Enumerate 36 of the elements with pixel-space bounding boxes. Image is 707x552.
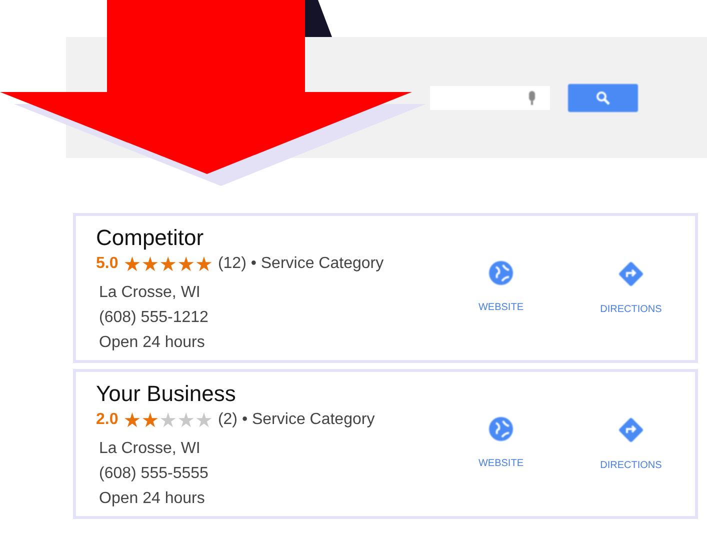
star-icon: ★	[159, 409, 178, 431]
star-icon: ★	[159, 253, 178, 275]
star-icon: ★	[177, 253, 195, 275]
globe-icon	[488, 260, 514, 286]
rating-value: 5.0	[96, 254, 118, 274]
directions-action[interactable]: DIRECTIONS	[586, 416, 676, 516]
action-label: DIRECTIONS	[600, 303, 662, 317]
star-icon: ★	[195, 253, 213, 275]
action-label: DIRECTIONS	[600, 459, 662, 473]
star-icon: ★	[177, 409, 195, 431]
directions-action[interactable]: DIRECTIONS	[586, 260, 676, 360]
star-icon: ★	[141, 253, 160, 275]
review-meta: (12) • Service Category	[218, 254, 384, 274]
hours-text: Open 24 hours	[98, 489, 206, 509]
website-action[interactable]: WEBSITE	[456, 416, 546, 516]
search-icon	[596, 90, 610, 104]
search-field[interactable]	[430, 86, 550, 110]
hours-text: Open 24 hours	[98, 333, 206, 353]
star-icon: ★	[141, 409, 160, 431]
address-text: La Crosse, WI	[98, 439, 202, 459]
business-name: Your Business	[96, 380, 237, 408]
search-button[interactable]	[568, 84, 638, 112]
microphone-icon	[528, 90, 536, 104]
review-meta: (2) • Service Category	[218, 410, 375, 430]
action-label: WEBSITE	[478, 457, 524, 471]
globe-icon	[488, 416, 514, 442]
action-label: WEBSITE	[478, 301, 524, 315]
address-text: La Crosse, WI	[98, 283, 202, 303]
rating-value: 2.0	[96, 410, 118, 430]
star-icon: ★	[195, 409, 213, 431]
phone-text: (608) 555-5555	[98, 464, 210, 484]
website-action[interactable]: WEBSITE	[456, 260, 546, 360]
star-icon: ★	[123, 409, 142, 431]
phone-text: (608) 555-1212	[98, 308, 210, 328]
star-icon: ★	[123, 253, 142, 275]
business-name: Competitor	[96, 224, 205, 252]
